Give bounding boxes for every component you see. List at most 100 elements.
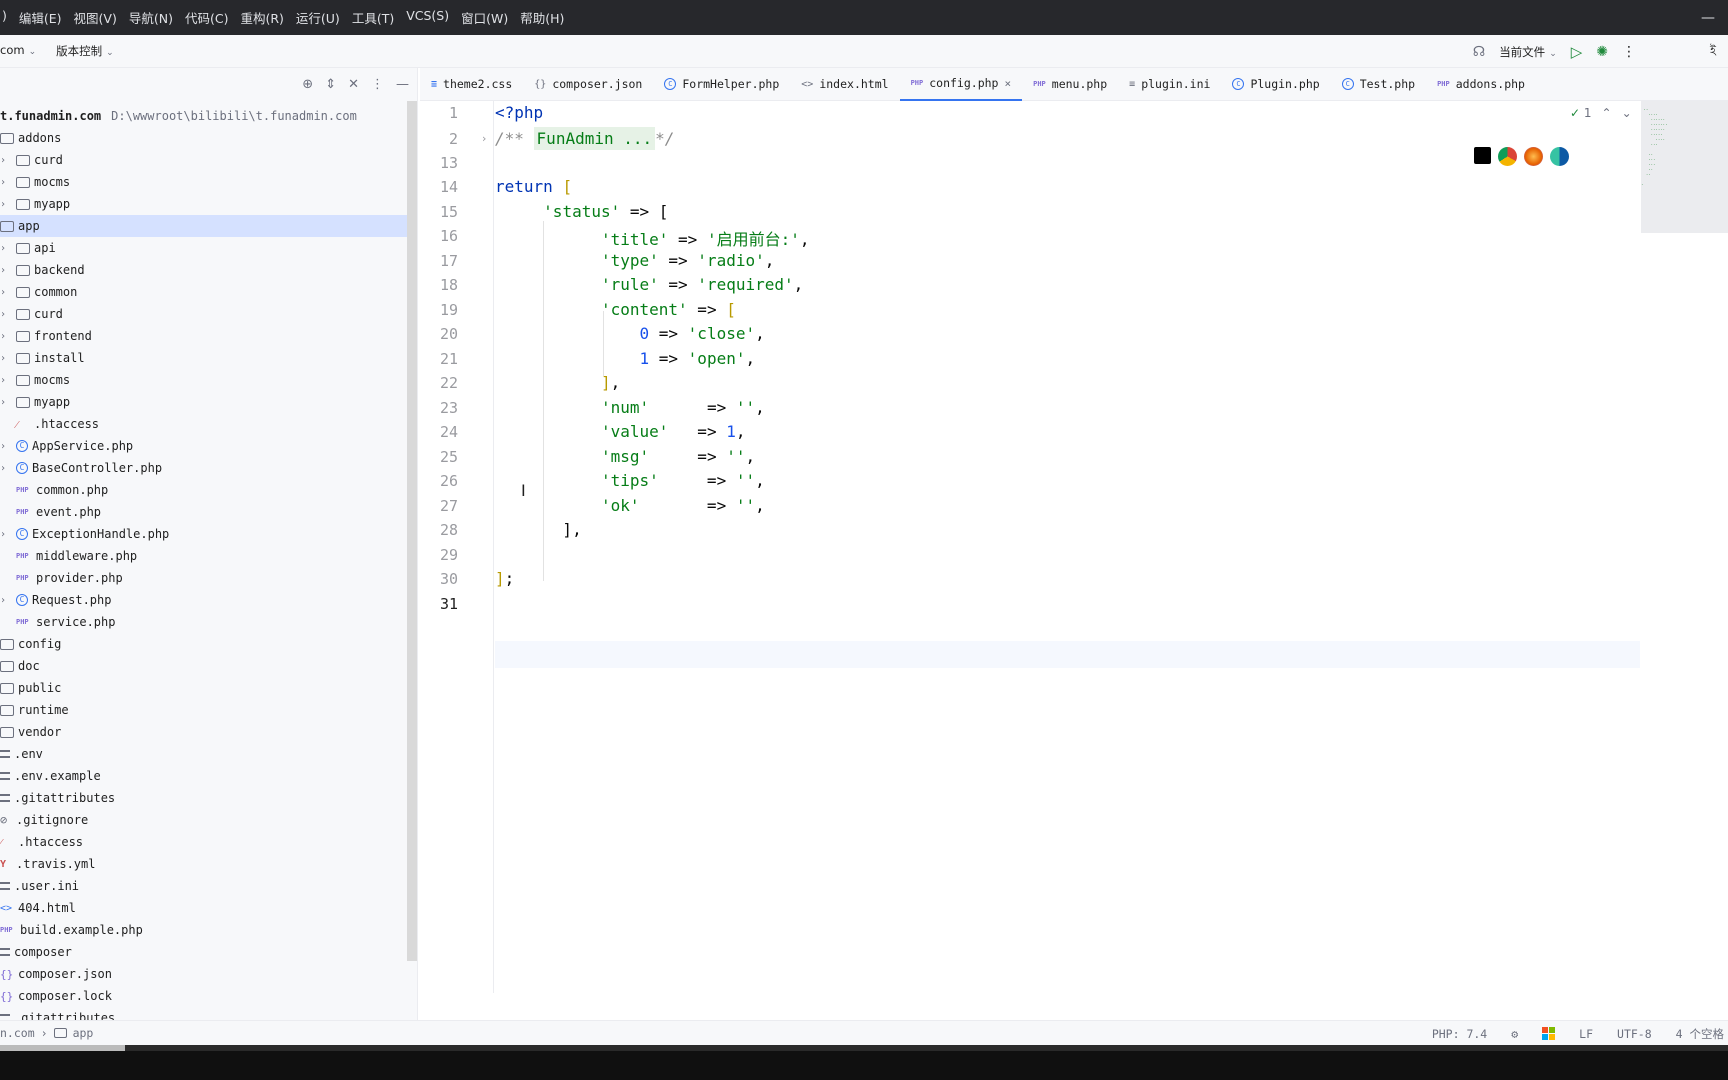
project-root[interactable]: t.funadmin.com D:\wwwroot\bilibili\t.fun… bbox=[0, 105, 408, 127]
breadcrumb-project[interactable]: n.com bbox=[0, 1026, 35, 1040]
tree-item[interactable]: {} composer.json bbox=[0, 963, 408, 985]
tree-item[interactable]: doc bbox=[0, 655, 408, 677]
tree-item[interactable]: .env bbox=[0, 743, 408, 765]
expand-arrow-icon[interactable]: › bbox=[0, 375, 6, 386]
tree-item[interactable]: PHP provider.php bbox=[0, 567, 408, 589]
breadcrumb-folder[interactable]: app bbox=[73, 1026, 94, 1040]
expand-arrow-icon[interactable]: › bbox=[0, 595, 6, 606]
expand-collapse-icon[interactable]: ⇕ bbox=[325, 77, 336, 92]
locate-icon[interactable]: ⊕ bbox=[302, 77, 313, 92]
expand-arrow-icon[interactable]: › bbox=[0, 265, 6, 276]
menu-item[interactable]: 代码(C) bbox=[185, 8, 228, 27]
vcs-selector[interactable]: 版本控制 ⌄ bbox=[56, 43, 114, 59]
tree-item[interactable]: {} composer.lock bbox=[0, 985, 408, 1007]
expand-arrow-icon[interactable]: › bbox=[0, 463, 6, 474]
sidebar-scrollbar[interactable] bbox=[407, 101, 417, 961]
tree-item[interactable]: PHP event.php bbox=[0, 501, 408, 523]
menu-item[interactable]: 工具(T) bbox=[352, 8, 394, 27]
tree-item[interactable]: <> 404.html bbox=[0, 897, 408, 919]
debug-icon[interactable]: ✺ bbox=[1596, 44, 1608, 60]
editor-tab[interactable]: PHP config.php × bbox=[899, 68, 1023, 101]
more-icon[interactable]: ⋮ bbox=[1622, 44, 1636, 60]
tree-item[interactable]: runtime bbox=[0, 699, 408, 721]
tree-item[interactable]: › mocms bbox=[0, 369, 408, 391]
menu-item[interactable]: VCS(S) bbox=[406, 8, 449, 27]
tree-item[interactable]: PHP service.php bbox=[0, 611, 408, 633]
tree-item[interactable]: composer bbox=[0, 941, 408, 963]
hide-panel-icon[interactable]: — bbox=[396, 77, 409, 92]
tree-item[interactable]: › C ExceptionHandle.php bbox=[0, 523, 408, 545]
tree-item[interactable]: .user.ini bbox=[0, 875, 408, 897]
editor-tab[interactable]: C Test.php bbox=[1331, 68, 1426, 101]
editor-tab[interactable]: C Plugin.php bbox=[1221, 68, 1330, 101]
close-icon[interactable]: × bbox=[1004, 77, 1011, 90]
menu-item[interactable]: 运行(U) bbox=[296, 8, 340, 27]
chrome-icon[interactable] bbox=[1498, 147, 1517, 166]
chevron-up-icon[interactable]: ⌃ bbox=[1602, 106, 1612, 120]
expand-arrow-icon[interactable]: › bbox=[0, 287, 6, 298]
menu-item[interactable]: 编辑(E) bbox=[19, 8, 62, 27]
expand-arrow-icon[interactable]: › bbox=[0, 309, 6, 320]
code-editor[interactable]: <?php /** FunAdmin ... */ return [ 'statu… bbox=[495, 101, 1640, 993]
inspection-widget[interactable]: ✓ 1 ⌃ ⌄ bbox=[1570, 106, 1632, 120]
editor-tab[interactable]: PHP addons.php bbox=[1426, 68, 1536, 101]
tree-item[interactable]: ⁄ .htaccess bbox=[0, 831, 408, 853]
editor-tab[interactable]: PHP menu.php bbox=[1022, 68, 1118, 101]
settings-icon[interactable]: ⚙ bbox=[1511, 1027, 1518, 1041]
tree-item[interactable]: › C Request.php bbox=[0, 589, 408, 611]
tree-item[interactable]: › myapp bbox=[0, 193, 408, 215]
tree-item[interactable]: › common bbox=[0, 281, 408, 303]
tree-item[interactable]: › api bbox=[0, 237, 408, 259]
project-selector[interactable]: com ⌄ bbox=[0, 43, 36, 59]
editor-tab[interactable]: {} composer.json bbox=[523, 68, 653, 101]
tree-item[interactable]: config bbox=[0, 633, 408, 655]
tree-item[interactable]: ⊘ .gitignore bbox=[0, 809, 408, 831]
expand-arrow-icon[interactable]: › bbox=[0, 331, 6, 342]
expand-arrow-icon[interactable]: › bbox=[0, 529, 6, 540]
editor-tab[interactable]: ≡ plugin.ini bbox=[1118, 68, 1221, 101]
tree-item[interactable]: .env.example bbox=[0, 765, 408, 787]
tree-item[interactable]: .gitattributes bbox=[0, 1007, 408, 1020]
tree-item[interactable]: › C AppService.php bbox=[0, 435, 408, 457]
tree-item[interactable]: › C BaseController.php bbox=[0, 457, 408, 479]
minimap[interactable]: .. .... ...... ....... ...... ..... ....… bbox=[1641, 101, 1728, 233]
run-config-selector[interactable]: 当前文件 ⌄ bbox=[1499, 44, 1557, 60]
menu-item[interactable]: 窗口(W) bbox=[461, 8, 508, 27]
tree-item[interactable]: Y .travis.yml bbox=[0, 853, 408, 875]
indent-setting[interactable]: 4 个空格 bbox=[1676, 1026, 1724, 1042]
editor-tab[interactable]: ≡ theme2.css bbox=[420, 68, 523, 101]
line-separator[interactable]: LF bbox=[1579, 1027, 1593, 1041]
fold-marker-icon[interactable]: › bbox=[482, 132, 486, 145]
tree-item[interactable]: vendor bbox=[0, 721, 408, 743]
folded-comment[interactable]: FunAdmin ... bbox=[533, 127, 656, 150]
firefox-icon[interactable] bbox=[1524, 147, 1543, 166]
phpstorm-icon[interactable] bbox=[1474, 147, 1491, 164]
expand-arrow-icon[interactable]: › bbox=[0, 441, 6, 452]
tree-item[interactable]: › install bbox=[0, 347, 408, 369]
menu-item[interactable]: 视图(V) bbox=[74, 8, 117, 27]
edge-icon[interactable] bbox=[1550, 147, 1569, 166]
tree-item[interactable]: PHP middleware.php bbox=[0, 545, 408, 567]
tree-item[interactable]: › myapp bbox=[0, 391, 408, 413]
tree-item[interactable]: public bbox=[0, 677, 408, 699]
tree-item[interactable]: PHP common.php bbox=[0, 479, 408, 501]
expand-arrow-icon[interactable]: › bbox=[0, 397, 6, 408]
expand-arrow-icon[interactable]: › bbox=[0, 155, 6, 166]
tree-item[interactable]: app bbox=[0, 215, 408, 237]
menu-item[interactable]: 重构(R) bbox=[240, 8, 283, 27]
expand-arrow-icon[interactable]: › bbox=[0, 243, 6, 254]
tree-item[interactable]: › curd bbox=[0, 149, 408, 171]
expand-arrow-icon[interactable]: › bbox=[0, 199, 6, 210]
menu-item[interactable]: ) bbox=[2, 8, 7, 27]
editor-tab[interactable]: C FormHelper.php bbox=[653, 68, 790, 101]
menu-item[interactable]: 导航(N) bbox=[129, 8, 173, 27]
file-encoding[interactable]: UTF-8 bbox=[1617, 1027, 1652, 1041]
debug-listen-icon[interactable]: ☊ bbox=[1473, 44, 1485, 60]
windows-icon[interactable] bbox=[1542, 1027, 1556, 1040]
tree-item[interactable]: › curd bbox=[0, 303, 408, 325]
run-icon[interactable]: ▷ bbox=[1571, 43, 1583, 61]
tree-item[interactable]: PHP build.example.php bbox=[0, 919, 408, 941]
tree-item[interactable]: › backend bbox=[0, 259, 408, 281]
tree-item[interactable]: › mocms bbox=[0, 171, 408, 193]
expand-arrow-icon[interactable]: › bbox=[0, 353, 6, 364]
